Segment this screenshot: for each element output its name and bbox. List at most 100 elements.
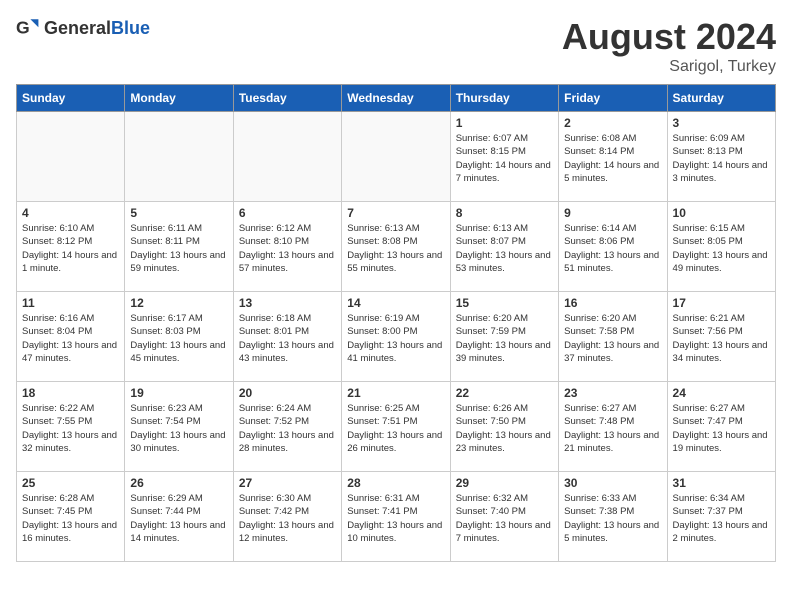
calendar-cell: 18 Sunrise: 6:22 AMSunset: 7:55 PMDayligh… xyxy=(17,382,125,472)
day-number: 27 xyxy=(239,476,336,490)
calendar-cell: 25 Sunrise: 6:28 AMSunset: 7:45 PMDayligh… xyxy=(17,472,125,562)
day-number: 1 xyxy=(456,116,553,130)
calendar-cell: 29 Sunrise: 6:32 AMSunset: 7:40 PMDayligh… xyxy=(450,472,558,562)
day-number: 25 xyxy=(22,476,119,490)
day-number: 17 xyxy=(673,296,770,310)
weekday-header-wednesday: Wednesday xyxy=(342,85,450,112)
day-number: 10 xyxy=(673,206,770,220)
header: G GeneralBlue August 2024 Sarigol, Turke… xyxy=(16,16,776,76)
day-number: 21 xyxy=(347,386,444,400)
month-title: August 2024 xyxy=(562,16,776,58)
day-number: 24 xyxy=(673,386,770,400)
location-subtitle: Sarigol, Turkey xyxy=(562,58,776,76)
day-number: 20 xyxy=(239,386,336,400)
day-info: Sunrise: 6:31 AMSunset: 7:41 PMDaylight:… xyxy=(347,492,444,545)
day-number: 12 xyxy=(130,296,227,310)
day-info: Sunrise: 6:28 AMSunset: 7:45 PMDaylight:… xyxy=(22,492,119,545)
svg-text:G: G xyxy=(16,18,30,38)
day-number: 15 xyxy=(456,296,553,310)
day-number: 16 xyxy=(564,296,661,310)
calendar-cell: 14Sunrise: 6:19 AMSunset: 8:00 PMDayligh… xyxy=(342,292,450,382)
day-number: 26 xyxy=(130,476,227,490)
day-number: 28 xyxy=(347,476,444,490)
calendar-cell: 13 Sunrise: 6:18 AMSunset: 8:01 PMDayligh… xyxy=(233,292,341,382)
title-section: August 2024 Sarigol, Turkey xyxy=(562,16,776,76)
day-info: Sunrise: 6:14 AMSunset: 8:06 PMDaylight:… xyxy=(564,222,661,275)
calendar-cell: 6Sunrise: 6:12 AMSunset: 8:10 PMDaylight… xyxy=(233,202,341,292)
calendar-cell: 5 Sunrise: 6:11 AMSunset: 8:11 PMDaylight… xyxy=(125,202,233,292)
weekday-header-thursday: Thursday xyxy=(450,85,558,112)
day-number: 4 xyxy=(22,206,119,220)
day-info: Sunrise: 6:21 AMSunset: 7:56 PMDaylight:… xyxy=(673,312,770,365)
day-number: 14 xyxy=(347,296,444,310)
day-info: Sunrise: 6:18 AMSunset: 8:01 PMDaylight:… xyxy=(239,312,336,365)
day-info: Sunrise: 6:12 AMSunset: 8:10 PMDaylight:… xyxy=(239,222,336,275)
week-row-2: 4 Sunrise: 6:10 AMSunset: 8:12 PMDaylight… xyxy=(17,202,776,292)
day-info: Sunrise: 6:17 AMSunset: 8:03 PMDaylight:… xyxy=(130,312,227,365)
day-number: 5 xyxy=(130,206,227,220)
calendar-cell xyxy=(17,112,125,202)
calendar-cell xyxy=(125,112,233,202)
logo-icon: G xyxy=(16,16,40,40)
weekday-header-tuesday: Tuesday xyxy=(233,85,341,112)
day-number: 22 xyxy=(456,386,553,400)
calendar-cell: 21 Sunrise: 6:25 AMSunset: 7:51 PMDayligh… xyxy=(342,382,450,472)
day-number: 23 xyxy=(564,386,661,400)
day-info: Sunrise: 6:07 AMSunset: 8:15 PMDaylight:… xyxy=(456,132,553,185)
day-info: Sunrise: 6:22 AMSunset: 7:55 PMDaylight:… xyxy=(22,402,119,455)
day-number: 7 xyxy=(347,206,444,220)
day-number: 9 xyxy=(564,206,661,220)
calendar-cell: 23 Sunrise: 6:27 AMSunset: 7:48 PMDayligh… xyxy=(559,382,667,472)
day-number: 19 xyxy=(130,386,227,400)
day-number: 8 xyxy=(456,206,553,220)
calendar-cell: 27 Sunrise: 6:30 AMSunset: 7:42 PMDayligh… xyxy=(233,472,341,562)
calendar-cell: 7Sunrise: 6:13 AMSunset: 8:08 PMDaylight… xyxy=(342,202,450,292)
day-info: Sunrise: 6:32 AMSunset: 7:40 PMDaylight:… xyxy=(456,492,553,545)
day-number: 2 xyxy=(564,116,661,130)
calendar-cell: 24 Sunrise: 6:27 AMSunset: 7:47 PMDayligh… xyxy=(667,382,775,472)
day-number: 29 xyxy=(456,476,553,490)
calendar-cell: 20Sunrise: 6:24 AMSunset: 7:52 PMDayligh… xyxy=(233,382,341,472)
logo-text-general: General xyxy=(44,18,111,38)
calendar-cell: 2 Sunrise: 6:08 AMSunset: 8:14 PMDaylight… xyxy=(559,112,667,202)
day-info: Sunrise: 6:27 AMSunset: 7:48 PMDaylight:… xyxy=(564,402,661,455)
calendar-cell: 3Sunrise: 6:09 AMSunset: 8:13 PMDaylight… xyxy=(667,112,775,202)
day-number: 30 xyxy=(564,476,661,490)
logo: G GeneralBlue xyxy=(16,16,150,40)
day-number: 31 xyxy=(673,476,770,490)
day-info: Sunrise: 6:10 AMSunset: 8:12 PMDaylight:… xyxy=(22,222,119,275)
calendar: SundayMondayTuesdayWednesdayThursdayFrid… xyxy=(16,84,776,562)
weekday-header-saturday: Saturday xyxy=(667,85,775,112)
day-info: Sunrise: 6:30 AMSunset: 7:42 PMDaylight:… xyxy=(239,492,336,545)
week-row-1: 1 Sunrise: 6:07 AMSunset: 8:15 PMDaylight… xyxy=(17,112,776,202)
calendar-cell: 19 Sunrise: 6:23 AMSunset: 7:54 PMDayligh… xyxy=(125,382,233,472)
calendar-cell: 28 Sunrise: 6:31 AMSunset: 7:41 PMDayligh… xyxy=(342,472,450,562)
day-info: Sunrise: 6:25 AMSunset: 7:51 PMDaylight:… xyxy=(347,402,444,455)
weekday-header-friday: Friday xyxy=(559,85,667,112)
calendar-cell: 9 Sunrise: 6:14 AMSunset: 8:06 PMDaylight… xyxy=(559,202,667,292)
day-info: Sunrise: 6:33 AMSunset: 7:38 PMDaylight:… xyxy=(564,492,661,545)
weekday-header-monday: Monday xyxy=(125,85,233,112)
day-info: Sunrise: 6:20 AMSunset: 7:58 PMDaylight:… xyxy=(564,312,661,365)
calendar-cell: 22Sunrise: 6:26 AMSunset: 7:50 PMDayligh… xyxy=(450,382,558,472)
day-info: Sunrise: 6:27 AMSunset: 7:47 PMDaylight:… xyxy=(673,402,770,455)
calendar-cell xyxy=(233,112,341,202)
weekday-header-row: SundayMondayTuesdayWednesdayThursdayFrid… xyxy=(17,85,776,112)
day-info: Sunrise: 6:11 AMSunset: 8:11 PMDaylight:… xyxy=(130,222,227,275)
day-number: 11 xyxy=(22,296,119,310)
day-info: Sunrise: 6:15 AMSunset: 8:05 PMDaylight:… xyxy=(673,222,770,275)
day-number: 3 xyxy=(673,116,770,130)
day-number: 18 xyxy=(22,386,119,400)
day-info: Sunrise: 6:23 AMSunset: 7:54 PMDaylight:… xyxy=(130,402,227,455)
day-info: Sunrise: 6:08 AMSunset: 8:14 PMDaylight:… xyxy=(564,132,661,185)
calendar-cell: 16 Sunrise: 6:20 AMSunset: 7:58 PMDayligh… xyxy=(559,292,667,382)
day-number: 13 xyxy=(239,296,336,310)
day-info: Sunrise: 6:16 AMSunset: 8:04 PMDaylight:… xyxy=(22,312,119,365)
calendar-cell: 11 Sunrise: 6:16 AMSunset: 8:04 PMDayligh… xyxy=(17,292,125,382)
calendar-cell xyxy=(342,112,450,202)
calendar-cell: 1 Sunrise: 6:07 AMSunset: 8:15 PMDaylight… xyxy=(450,112,558,202)
calendar-cell: 10 Sunrise: 6:15 AMSunset: 8:05 PMDayligh… xyxy=(667,202,775,292)
logo-text-blue: Blue xyxy=(111,18,150,38)
week-row-4: 18 Sunrise: 6:22 AMSunset: 7:55 PMDayligh… xyxy=(17,382,776,472)
day-info: Sunrise: 6:13 AMSunset: 8:07 PMDaylight:… xyxy=(456,222,553,275)
